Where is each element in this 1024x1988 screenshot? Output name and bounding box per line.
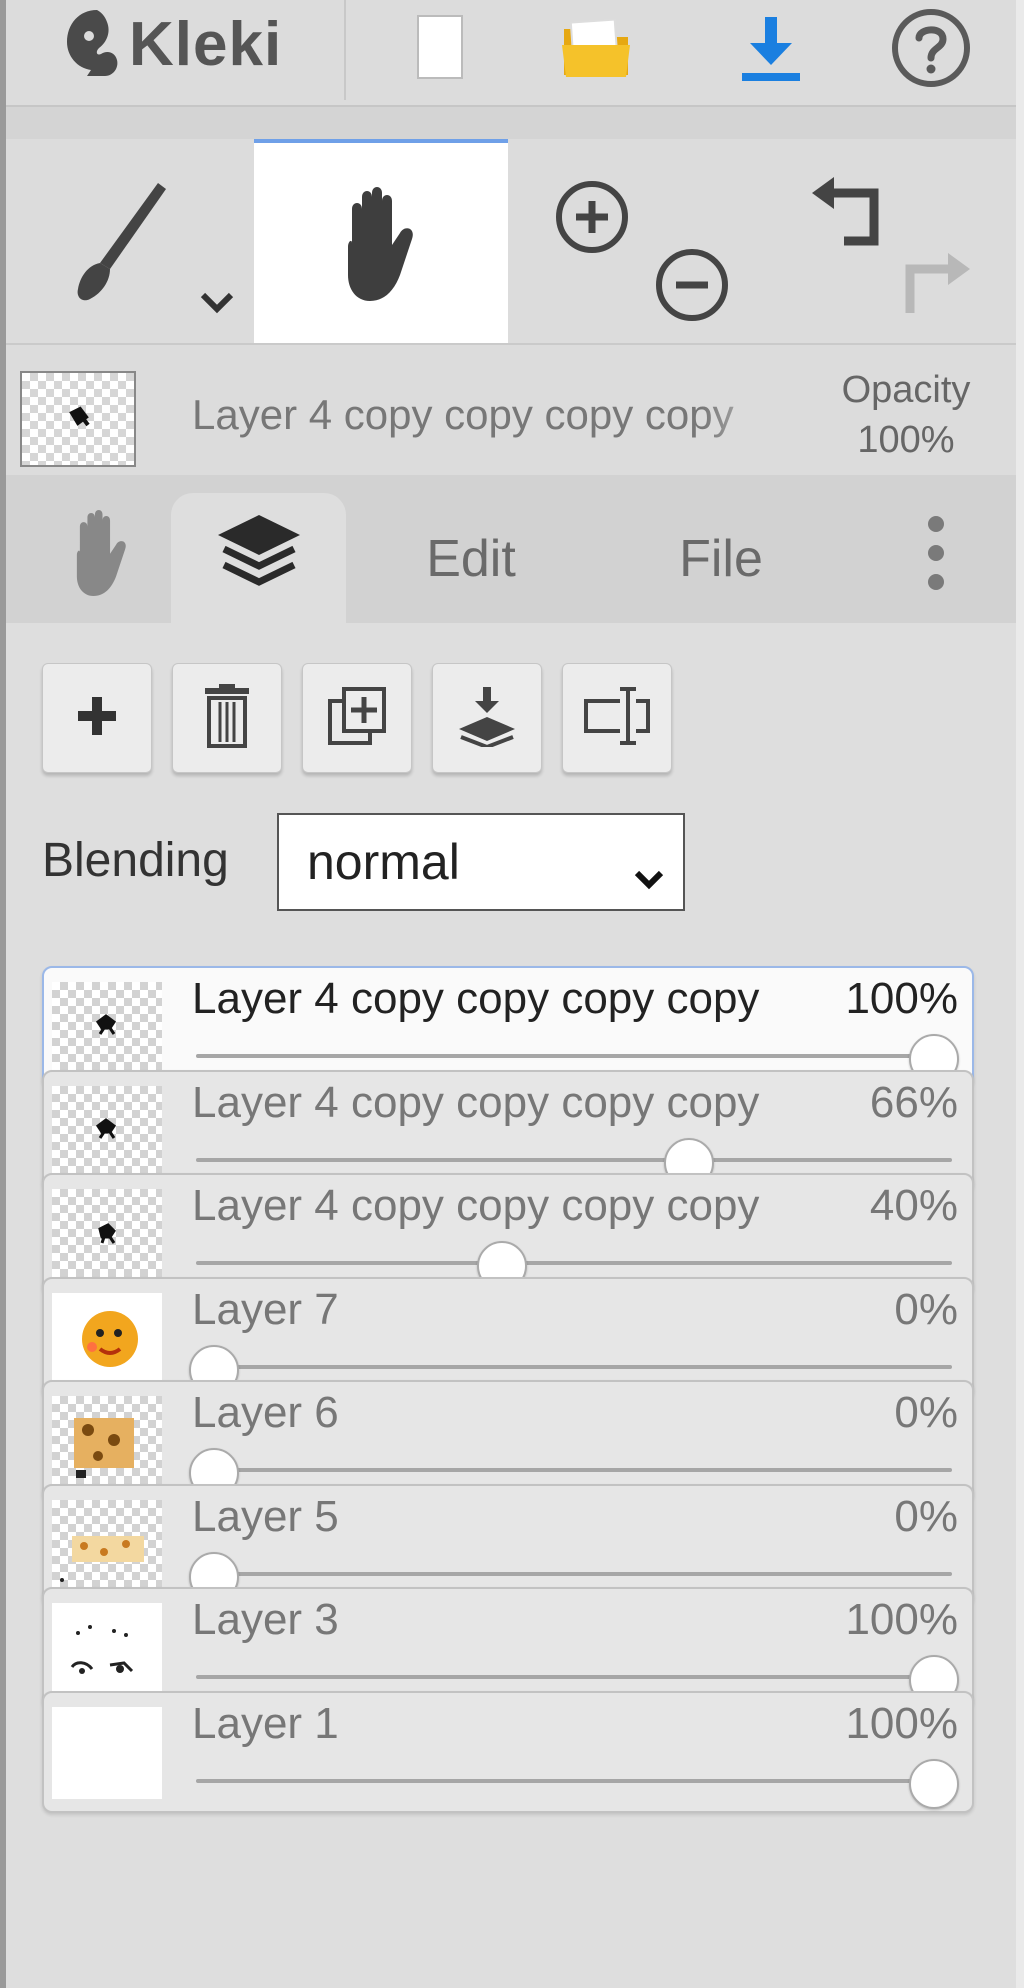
app-logo[interactable]: Kleki	[61, 0, 282, 88]
current-layer-opacity[interactable]: Opacity 100%	[821, 365, 991, 465]
layer-name: Layer 3	[192, 1595, 339, 1644]
zoom-in-icon[interactable]	[552, 177, 632, 262]
layers-icon	[214, 511, 304, 605]
help-button[interactable]	[876, 0, 986, 100]
delete-layer-button[interactable]	[172, 663, 282, 773]
add-layer-icon	[74, 693, 120, 744]
hand-tool-button[interactable]	[254, 139, 508, 343]
help-icon	[889, 6, 973, 95]
layer-opacity-value: 100%	[845, 1595, 958, 1644]
right-edge	[1016, 0, 1024, 1988]
chevron-down-icon	[633, 845, 665, 903]
history-controls	[786, 139, 1016, 343]
panel-tabs: Edit File	[6, 475, 1016, 623]
open-folder-icon	[558, 15, 634, 86]
opacity-slider-track[interactable]	[196, 1468, 952, 1472]
duplicate-layer-icon	[326, 685, 388, 752]
layer-opacity-value: 66%	[869, 1077, 958, 1127]
layer-name: Layer 4 copy copy copy copy	[192, 1181, 760, 1230]
tab-file[interactable]: File	[626, 495, 816, 623]
tab-more[interactable]	[896, 495, 976, 623]
tab-file-label: File	[679, 530, 763, 588]
blending-label: Blending	[42, 834, 229, 887]
layer-name: Layer 4 copy copy copy copy	[192, 974, 760, 1023]
open-file-button[interactable]	[546, 0, 646, 100]
layer-opacity-value: 100%	[845, 974, 958, 1023]
tab-hand[interactable]	[36, 495, 166, 623]
layer-thumbnail	[52, 1189, 162, 1281]
brush-tool-button[interactable]	[6, 139, 254, 343]
zoom-out-icon[interactable]	[652, 245, 732, 330]
layer-name: Layer 7	[192, 1284, 339, 1334]
opacity-slider-track[interactable]	[196, 1571, 952, 1576]
undo-icon[interactable]	[808, 175, 888, 254]
layer-thumbnail	[52, 982, 162, 1074]
layers-panel: Blending normal Layer 4 copy copy copy c…	[6, 623, 1016, 1988]
tool-row	[6, 139, 1016, 345]
current-layer-name: Layer 4 copy copy copy copy	[192, 391, 734, 438]
opacity-slider-track[interactable]	[196, 1157, 952, 1162]
download-icon	[734, 11, 808, 90]
download-button[interactable]	[721, 0, 821, 100]
rename-layer-icon	[582, 686, 652, 750]
add-layer-button[interactable]	[42, 663, 152, 773]
layer-row[interactable]: Layer 1 100%	[42, 1690, 974, 1813]
layer-thumbnail	[52, 1706, 162, 1799]
blending-select[interactable]: normal	[277, 813, 685, 911]
opacity-label: Opacity	[841, 369, 971, 411]
opacity-value: 100%	[857, 419, 955, 461]
opacity-slider-track[interactable]	[196, 1364, 952, 1369]
duplicate-layer-button[interactable]	[302, 663, 412, 773]
layer-name: Layer 1	[192, 1698, 339, 1748]
current-layer-thumbnail	[20, 371, 136, 467]
opacity-slider-track[interactable]	[196, 1778, 952, 1783]
more-icon	[925, 514, 947, 604]
new-document-icon	[415, 13, 467, 88]
zoom-controls	[526, 139, 776, 343]
tab-edit[interactable]: Edit	[376, 495, 566, 623]
current-layer-info: Layer 4 copy copy copy copy Opacity 100%	[6, 345, 1016, 475]
hand-icon	[330, 183, 430, 310]
toolbar-gap	[6, 107, 1016, 139]
delete-layer-icon	[203, 683, 251, 753]
tab-layers[interactable]	[171, 493, 346, 623]
layer-opacity-value: 0%	[894, 1491, 958, 1541]
top-bar: Kleki	[6, 0, 1016, 107]
layer-opacity-value: 0%	[894, 1388, 958, 1437]
layer-thumbnail	[52, 1396, 162, 1488]
blending-value: normal	[307, 834, 460, 890]
brush-icon	[66, 177, 176, 312]
layer-thumbnail	[52, 1499, 162, 1592]
opacity-slider-track[interactable]	[196, 1054, 952, 1058]
layer-opacity-value: 40%	[869, 1181, 958, 1230]
merge-down-icon	[455, 685, 519, 752]
layer-name: Layer 6	[192, 1388, 339, 1437]
tab-edit-label: Edit	[426, 530, 516, 588]
layer-thumbnail	[52, 1085, 162, 1178]
layer-name: Layer 4 copy copy copy copy	[192, 1077, 760, 1127]
layer-thumbnail	[52, 1603, 162, 1695]
layer-opacity-value: 0%	[894, 1284, 958, 1334]
opacity-slider-track[interactable]	[196, 1675, 952, 1679]
hand-icon	[63, 507, 139, 611]
header-separator	[344, 0, 346, 100]
rename-layer-button[interactable]	[562, 663, 672, 773]
opacity-slider-handle[interactable]	[909, 1758, 959, 1809]
merge-down-button[interactable]	[432, 663, 542, 773]
redo-icon[interactable]	[894, 243, 974, 322]
layer-name: Layer 5	[192, 1491, 339, 1541]
squirrel-logo-icon	[61, 6, 123, 83]
layer-thumbnail	[52, 1292, 162, 1385]
app-title: Kleki	[129, 9, 283, 79]
layer-opacity-value: 100%	[845, 1698, 958, 1748]
new-document-button[interactable]	[391, 0, 491, 100]
chevron-down-icon[interactable]	[199, 291, 235, 320]
opacity-slider-track[interactable]	[196, 1261, 952, 1265]
